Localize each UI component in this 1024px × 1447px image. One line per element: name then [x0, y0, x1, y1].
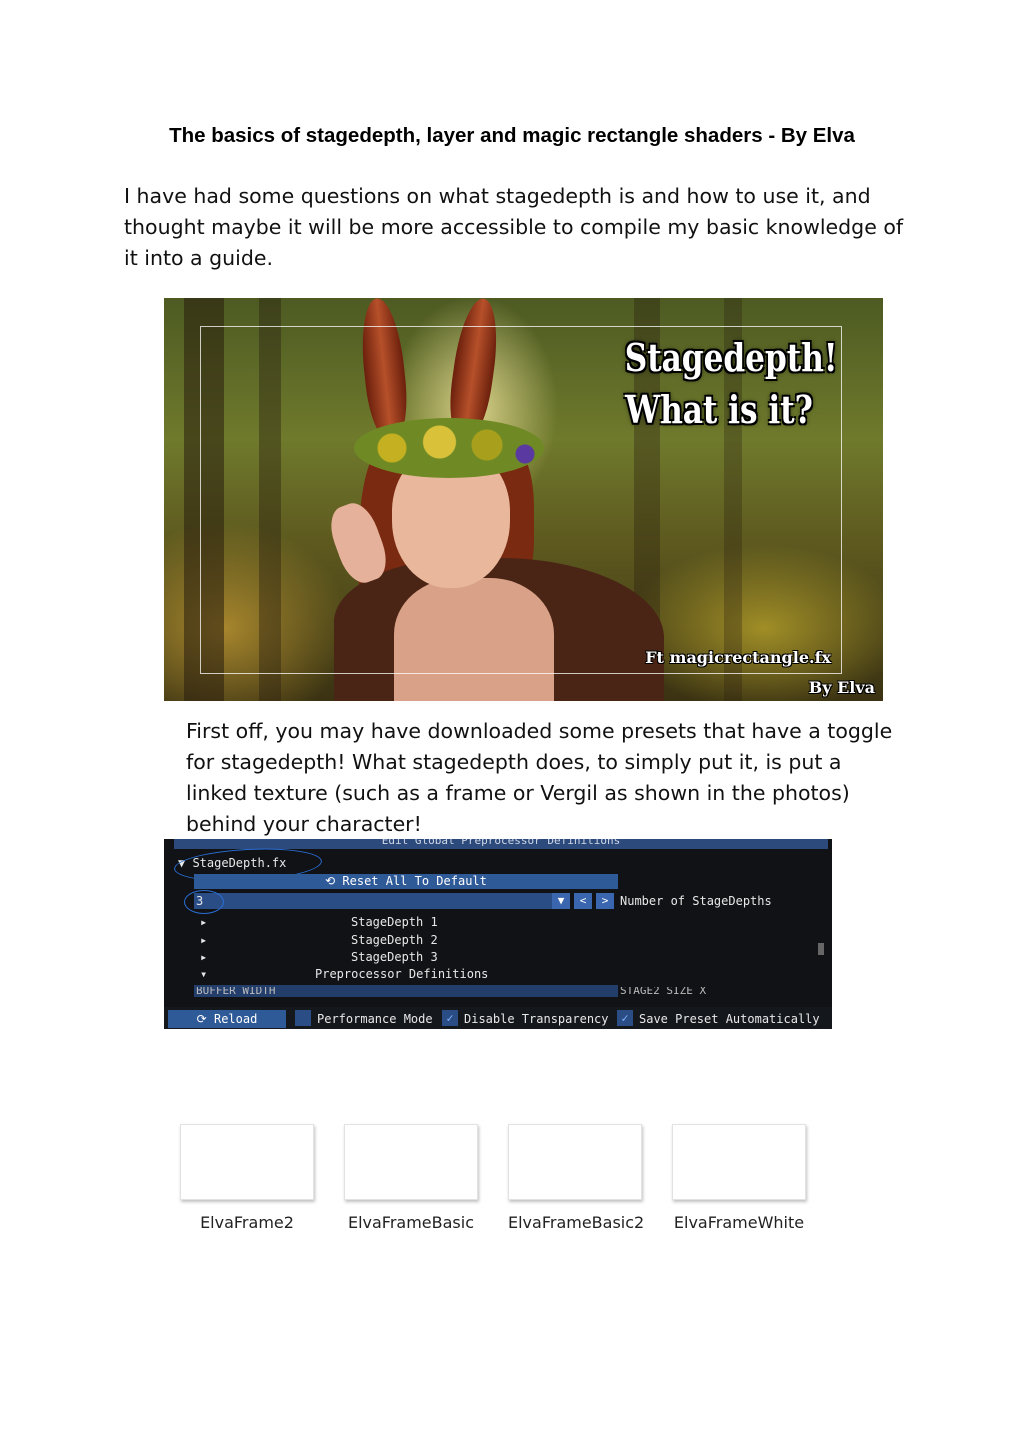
stagedepth-count-label: Number of StageDepths — [620, 894, 772, 908]
stagedepth-2-item[interactable]: StageDepth 2 — [351, 933, 438, 947]
disable-transparency-label: Disable Transparency — [464, 1012, 609, 1026]
stagedepth-count-slider[interactable] — [194, 893, 570, 909]
file-item[interactable]: ElvaFrameBasic — [344, 1124, 478, 1232]
reload-label: Reload — [213, 1012, 258, 1026]
file-name: ElvaFrameBasic2 — [508, 1213, 645, 1232]
save-preset-label: Save Preset Automatically — [639, 1012, 820, 1026]
document-title: The basics of stagedepth, layer and magi… — [169, 124, 855, 147]
reset-all-button[interactable]: ⟲ Reset All To Default — [194, 874, 618, 889]
annotation-circle — [184, 890, 224, 914]
performance-mode-checkbox[interactable] — [295, 1010, 311, 1026]
stagedepth-3-item[interactable]: StageDepth 3 — [351, 950, 438, 964]
disable-transparency-checkbox[interactable]: ✓ — [442, 1010, 458, 1026]
hero-byline: By Elva — [808, 678, 875, 697]
stagedepth-paragraph: First off, you may have downloaded some … — [186, 719, 893, 836]
hero-title-line2: What is it? — [625, 387, 813, 432]
shader-settings-panel: Edit Global Preprocessor Definitions ▼ S… — [164, 839, 832, 1029]
hero-feature-text: Ft magicrectangle.fx — [645, 648, 831, 667]
reload-icon: ⟳ — [196, 1012, 207, 1026]
file-thumbnail — [344, 1124, 478, 1200]
hero-title: Stagedepth! What is it? — [624, 332, 838, 436]
file-name: ElvaFrameWhite — [673, 1213, 805, 1232]
file-thumbnail — [508, 1124, 642, 1200]
performance-mode-label: Performance Mode — [317, 1012, 433, 1026]
preprocessor-header[interactable]: Edit Global Preprocessor Definitions — [174, 839, 828, 849]
file-name: ElvaFrame2 — [200, 1213, 294, 1232]
buffer-width-label: BUFFER_WIDTH — [196, 987, 276, 996]
file-thumbnail — [180, 1124, 314, 1200]
hero-title-line1: Stagedepth! — [624, 335, 838, 380]
scrollbar-thumb[interactable] — [818, 943, 824, 955]
preprocessor-definitions-item[interactable]: Preprocessor Definitions — [315, 967, 488, 981]
stage2-size-label: STAGE2_SIZE_X — [620, 987, 707, 996]
expand-arrow-icon[interactable]: ▸ — [200, 933, 207, 947]
collapse-arrow-icon[interactable]: ▾ — [200, 967, 207, 981]
bottom-toolbar: ⟳ Reload Performance Mode ✓ Disable Tran… — [164, 1007, 832, 1029]
file-item[interactable]: ElvaFrameBasic2 — [508, 1124, 645, 1232]
intro-paragraph: I have had some questions on what staged… — [124, 184, 904, 270]
stagedepth-1-item[interactable]: StageDepth 1 — [351, 915, 438, 929]
file-item[interactable]: ElvaFrame2 — [180, 1124, 314, 1232]
increment-button[interactable]: > — [596, 893, 614, 909]
expand-arrow-icon[interactable]: ▸ — [200, 915, 207, 929]
save-preset-checkbox[interactable]: ✓ — [617, 1010, 633, 1026]
file-name: ElvaFrameBasic — [347, 1213, 475, 1232]
decrement-button[interactable]: < — [574, 893, 592, 909]
hero-image: Stagedepth! What is it? Ft magicrectangl… — [164, 298, 883, 701]
file-item[interactable]: ElvaFrameWhite — [672, 1124, 806, 1232]
dropdown-arrow-icon[interactable]: ▼ — [552, 893, 570, 909]
reload-button[interactable]: ⟳ Reload — [168, 1010, 286, 1028]
expand-arrow-icon[interactable]: ▸ — [200, 950, 207, 964]
file-thumbnail — [672, 1124, 806, 1200]
